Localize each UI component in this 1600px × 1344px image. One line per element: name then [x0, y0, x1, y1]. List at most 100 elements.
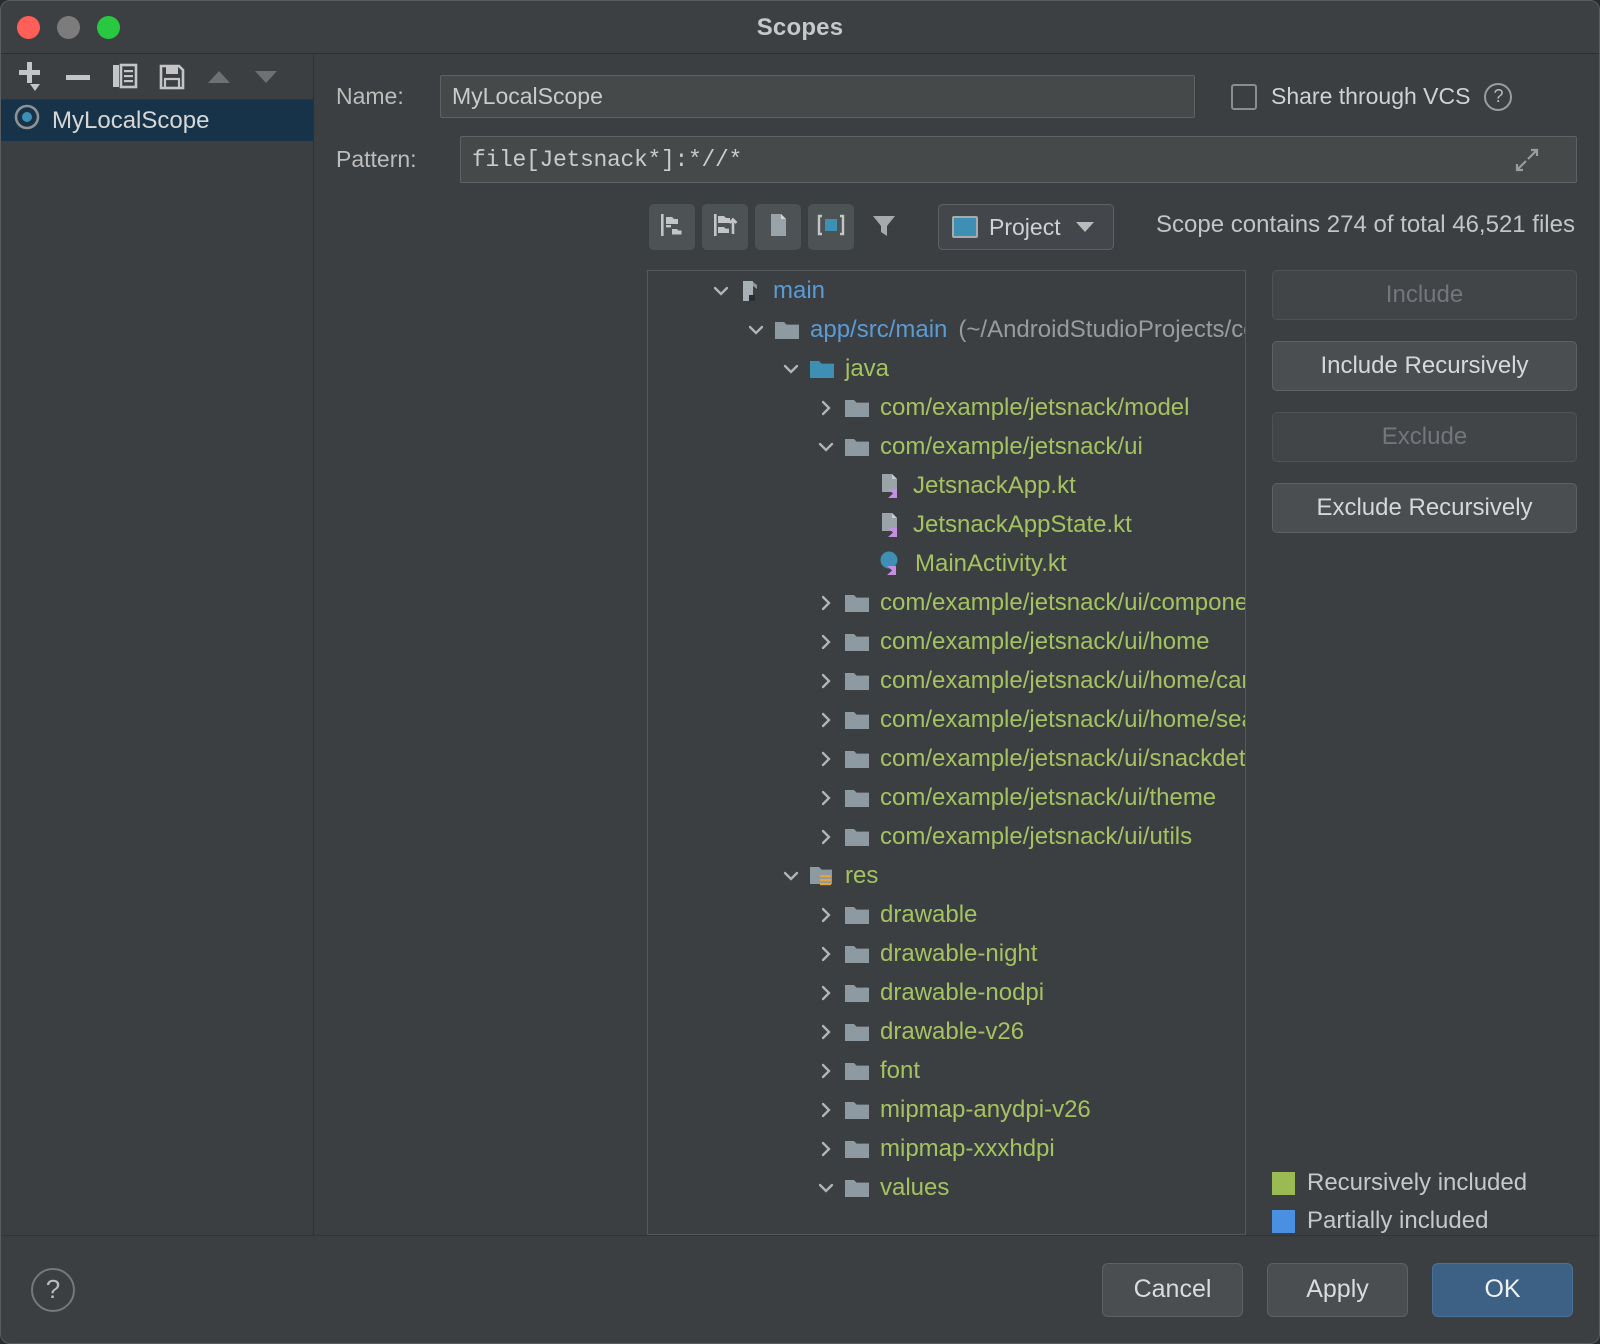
tree-row[interactable]: com/example/jetsnack/ui/theme	[648, 778, 1245, 817]
chevron-right-icon[interactable]	[813, 941, 839, 967]
share-vcs-group: Share through VCS ?	[1231, 83, 1512, 111]
scope-pattern-input[interactable]: file[Jetsnack*]:*//*	[460, 136, 1577, 183]
remove-scope-button[interactable]	[58, 59, 98, 95]
pattern-row: Pattern: file[Jetsnack*]:*//*	[314, 118, 1599, 183]
exclude-button[interactable]: Exclude	[1272, 412, 1577, 462]
tree-row[interactable]: JetsnackApp.kt	[648, 466, 1245, 505]
chevron-right-icon[interactable]	[813, 902, 839, 928]
chevron-down-icon[interactable]	[778, 356, 804, 382]
kotlin-file-icon	[878, 511, 904, 539]
move-down-button[interactable]	[246, 59, 286, 95]
exclude-recursively-button[interactable]: Exclude Recursively	[1272, 483, 1577, 533]
chevron-right-icon[interactable]	[813, 707, 839, 733]
tree-row[interactable]: com/example/jetsnack/model	[648, 388, 1245, 427]
show-files-button[interactable]	[755, 204, 801, 250]
tree-row[interactable]: res	[648, 856, 1245, 895]
tree-row[interactable]: MainActivity.kt	[648, 544, 1245, 583]
copy-icon	[110, 62, 140, 92]
filter-button[interactable]	[861, 204, 907, 250]
tree-row[interactable]: com/example/jetsnack/ui/home/search	[648, 700, 1245, 739]
tree-scroll-viewport[interactable]: mainapp/src/main(~/AndroidStudioProjects…	[648, 271, 1245, 1234]
tree-row[interactable]: com/example/jetsnack/ui	[648, 427, 1245, 466]
tree-node-label: com/example/jetsnack/ui/snackdetail	[880, 745, 1245, 773]
tree-row[interactable]: com/example/jetsnack/ui/utils	[648, 817, 1245, 856]
tree-row[interactable]: app/src/main(~/AndroidStudioProjects/com…	[648, 310, 1245, 349]
tree-row[interactable]: JetsnackAppState.kt	[648, 505, 1245, 544]
scope-list[interactable]: MyLocalScope	[1, 100, 313, 1235]
show-modules-button[interactable]	[808, 204, 854, 250]
legend-swatch-green	[1272, 1172, 1295, 1195]
tree-row[interactable]: com/example/jetsnack/ui/snackdetail	[648, 739, 1245, 778]
chevron-right-icon[interactable]	[813, 785, 839, 811]
chevron-down-icon[interactable]	[743, 317, 769, 343]
apply-button[interactable]: Apply	[1267, 1263, 1408, 1317]
tree-row[interactable]: mipmap-anydpi-v26	[648, 1090, 1245, 1129]
tree-row[interactable]: mipmap-xxxhdpi	[648, 1129, 1245, 1168]
chevron-right-icon[interactable]	[813, 1136, 839, 1162]
chevron-right-icon[interactable]	[813, 746, 839, 772]
chevron-right-icon[interactable]	[813, 980, 839, 1006]
tree-toolbar: Project Scope contains 274 of total 46,5…	[314, 183, 1599, 250]
legend-swatch-blue	[1272, 1210, 1295, 1233]
add-scope-button[interactable]	[11, 59, 51, 95]
scope-editor-panel: Name: MyLocalScope Share through VCS ? P…	[314, 54, 1599, 1235]
tree-node-label: com/example/jetsnack/ui/home/search	[880, 706, 1245, 734]
chevron-down-icon[interactable]	[813, 434, 839, 460]
tree-row[interactable]: drawable	[648, 895, 1245, 934]
move-up-button[interactable]	[199, 59, 239, 95]
chevron-down-icon[interactable]	[708, 278, 734, 304]
chevron-right-icon[interactable]	[813, 1097, 839, 1123]
cancel-button[interactable]: Cancel	[1102, 1263, 1243, 1317]
ok-button[interactable]: OK	[1432, 1263, 1573, 1317]
chevron-right-icon[interactable]	[813, 1058, 839, 1084]
scope-tree[interactable]: mainapp/src/main(~/AndroidStudioProjects…	[647, 270, 1246, 1235]
tree-row[interactable]: java	[648, 349, 1245, 388]
chevron-right-icon[interactable]	[813, 395, 839, 421]
triangle-down-icon	[251, 62, 281, 92]
tree-row[interactable]: values	[648, 1168, 1245, 1207]
copy-scope-button[interactable]	[105, 59, 145, 95]
include-button[interactable]: Include	[1272, 270, 1577, 320]
chevron-right-icon[interactable]	[813, 1019, 839, 1045]
tree-row[interactable]: drawable-night	[648, 934, 1245, 973]
folder-icon	[843, 786, 871, 810]
help-button[interactable]: ?	[31, 1268, 75, 1312]
chevron-right-icon[interactable]	[813, 629, 839, 655]
tree-row[interactable]: font	[648, 1051, 1245, 1090]
tree-row[interactable]: com/example/jetsnack/ui/home/cart	[648, 661, 1245, 700]
scope-selector-dropdown[interactable]: Project	[938, 204, 1114, 250]
tree-row[interactable]: main	[648, 271, 1245, 310]
footer-actions: Cancel Apply OK	[1102, 1263, 1573, 1317]
share-vcs-help-icon[interactable]: ?	[1484, 83, 1512, 111]
folder-icon	[843, 747, 871, 771]
tree-row[interactable]: com/example/jetsnack/ui/components	[648, 583, 1245, 622]
folder-icon	[843, 1176, 871, 1200]
chevron-down-icon[interactable]	[813, 1175, 839, 1201]
folder-icon	[843, 1020, 871, 1044]
tree-node-label: java	[845, 355, 889, 383]
tree-area: mainapp/src/main(~/AndroidStudioProjects…	[314, 250, 1599, 1235]
share-through-vcs-checkbox[interactable]	[1231, 84, 1257, 110]
tree-row[interactable]: drawable-v26	[648, 1012, 1245, 1051]
chevron-right-icon[interactable]	[813, 590, 839, 616]
scopes-toolbar	[1, 54, 313, 100]
tree-node-label: res	[845, 862, 878, 890]
save-scope-button[interactable]	[152, 59, 192, 95]
scope-name-input[interactable]: MyLocalScope	[440, 75, 1195, 118]
tree-node-label: com/example/jetsnack/ui/utils	[880, 823, 1192, 851]
chevron-down-icon[interactable]	[778, 863, 804, 889]
module-node-icon	[738, 278, 764, 304]
chevron-right-icon[interactable]	[813, 668, 839, 694]
include-recursively-button[interactable]: Include Recursively	[1272, 341, 1577, 391]
tree-row[interactable]: drawable-nodpi	[648, 973, 1245, 1012]
tree-row[interactable]: com/example/jetsnack/ui/home	[648, 622, 1245, 661]
scope-action-buttons: Include Include Recursively Exclude Excl…	[1272, 270, 1577, 1235]
legend-label-recursively-included: Recursively included	[1307, 1169, 1527, 1197]
flatten-packages-button[interactable]	[649, 204, 695, 250]
chevron-right-icon[interactable]	[813, 824, 839, 850]
tree-legend: Recursively included Partially included	[1272, 1169, 1577, 1235]
scope-list-item-mylocalscope[interactable]: MyLocalScope	[1, 100, 313, 141]
compact-middle-packages-button[interactable]	[702, 204, 748, 250]
expand-pattern-icon[interactable]	[1514, 147, 1540, 173]
folder-icon	[843, 942, 871, 966]
